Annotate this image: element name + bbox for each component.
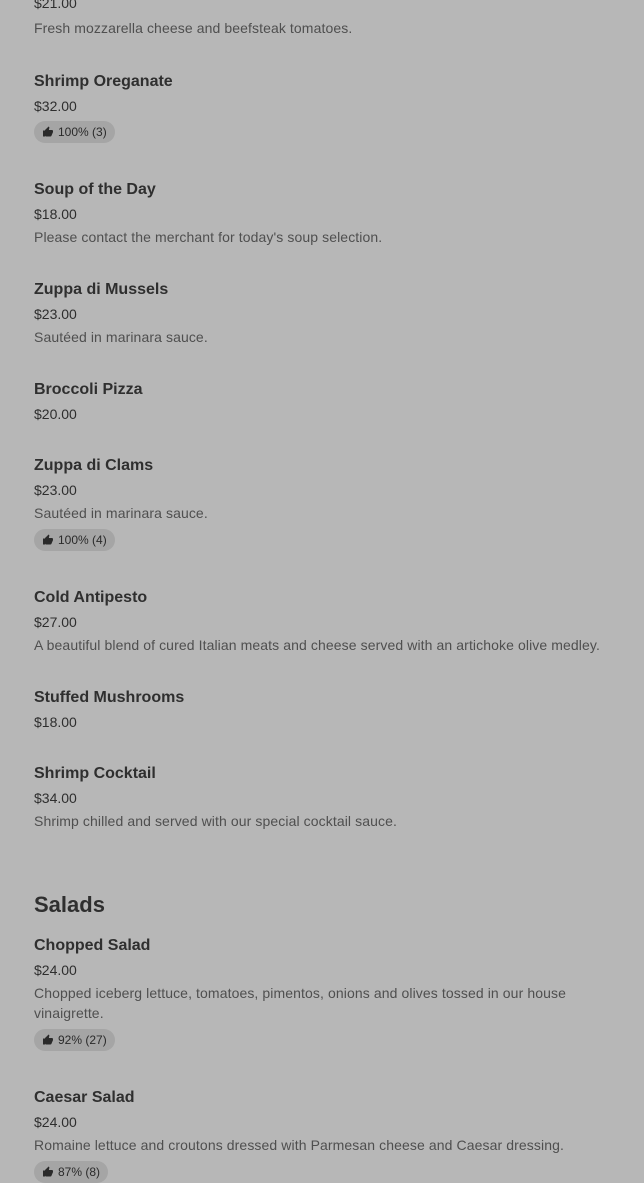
menu-item[interactable]: Zuppa di Clams $23.00 Sautéed in marinar… <box>34 456 208 551</box>
item-description: Shrimp chilled and served with our speci… <box>34 813 397 829</box>
item-price: $23.00 <box>34 482 77 498</box>
item-price: $34.00 <box>34 790 77 806</box>
item-name: Broccoli Pizza <box>34 381 143 398</box>
menu-item[interactable]: Soup of the Day $18.00 Please contact th… <box>34 180 382 247</box>
item-description: Please contact the merchant for today's … <box>34 229 383 245</box>
item-price: $23.00 <box>34 306 77 322</box>
item-name: Caesar Salad <box>34 1089 135 1106</box>
rating-badge: 87% (8) <box>34 1161 109 1183</box>
thumbs-up-icon <box>43 1166 53 1177</box>
menu-item[interactable]: Chopped Salad $24.00 Chopped iceberg let… <box>34 936 594 1051</box>
rating-badge: 92% (27) <box>34 1029 115 1051</box>
item-price: $18.00 <box>34 206 77 222</box>
menu-item[interactable]: Caesar Salad $24.00 Romaine lettuce and … <box>34 1088 564 1183</box>
thumbs-up-icon <box>43 126 53 137</box>
item-price: $32.00 <box>34 98 77 114</box>
item-description: Fresh mozzarella cheese and beefsteak to… <box>34 20 353 36</box>
item-name: Chopped Salad <box>34 937 151 954</box>
rating-text: 100% (4) <box>58 533 107 547</box>
menu-item[interactable]: Cold Antipesto $27.00 A beautiful blend … <box>34 588 600 655</box>
item-price: $24.00 <box>34 1114 77 1130</box>
item-name: Stuffed Mushrooms <box>34 689 185 706</box>
thumbs-up-icon <box>43 534 53 545</box>
rating-text: 100% (3) <box>58 125 107 139</box>
rating-badge: 100% (3) <box>34 121 115 143</box>
item-price: $18.00 <box>34 714 77 730</box>
item-price: $27.00 <box>34 614 77 630</box>
menu-item[interactable]: Shrimp Oreganate $32.00 100% (3) <box>34 72 173 143</box>
section-title-salads: Salads <box>34 892 105 917</box>
menu-item[interactable]: Broccoli Pizza $20.00 <box>34 380 142 423</box>
item-description: Chopped iceberg lettuce, tomatoes, pimen… <box>34 985 566 1021</box>
item-name: Soup of the Day <box>34 181 156 198</box>
rating-text: 87% (8) <box>58 1165 101 1179</box>
item-description: Sautéed in marinara sauce. <box>34 505 208 521</box>
menu-item[interactable]: Shrimp Cocktail $34.00 Shrimp chilled an… <box>34 764 397 831</box>
rating-badge: 100% (4) <box>34 529 115 551</box>
thumbs-up-icon <box>43 1034 53 1045</box>
item-description: Sautéed in marinara sauce. <box>34 329 208 345</box>
item-name: Shrimp Cocktail <box>34 765 156 782</box>
menu-item[interactable]: Stuffed Mushrooms $18.00 <box>34 688 184 731</box>
item-price: $20.00 <box>34 406 77 422</box>
item-name: Shrimp Oreganate <box>34 73 173 90</box>
item-price: $21.00 <box>34 0 77 11</box>
item-name: Zuppa di Mussels <box>34 281 169 298</box>
rating-text: 92% (27) <box>58 1033 107 1047</box>
item-description: Romaine lettuce and croutons dressed wit… <box>34 1137 564 1153</box>
item-name: Cold Antipesto <box>34 589 148 606</box>
menu-item[interactable]: Zuppa di Mussels $23.00 Sautéed in marin… <box>34 280 208 347</box>
menu-item[interactable]: $21.00 Fresh mozzarella cheese and beefs… <box>34 0 352 38</box>
item-price: $24.00 <box>34 962 77 978</box>
item-description: A beautiful blend of cured Italian meats… <box>34 637 600 653</box>
item-name: Zuppa di Clams <box>34 457 154 474</box>
